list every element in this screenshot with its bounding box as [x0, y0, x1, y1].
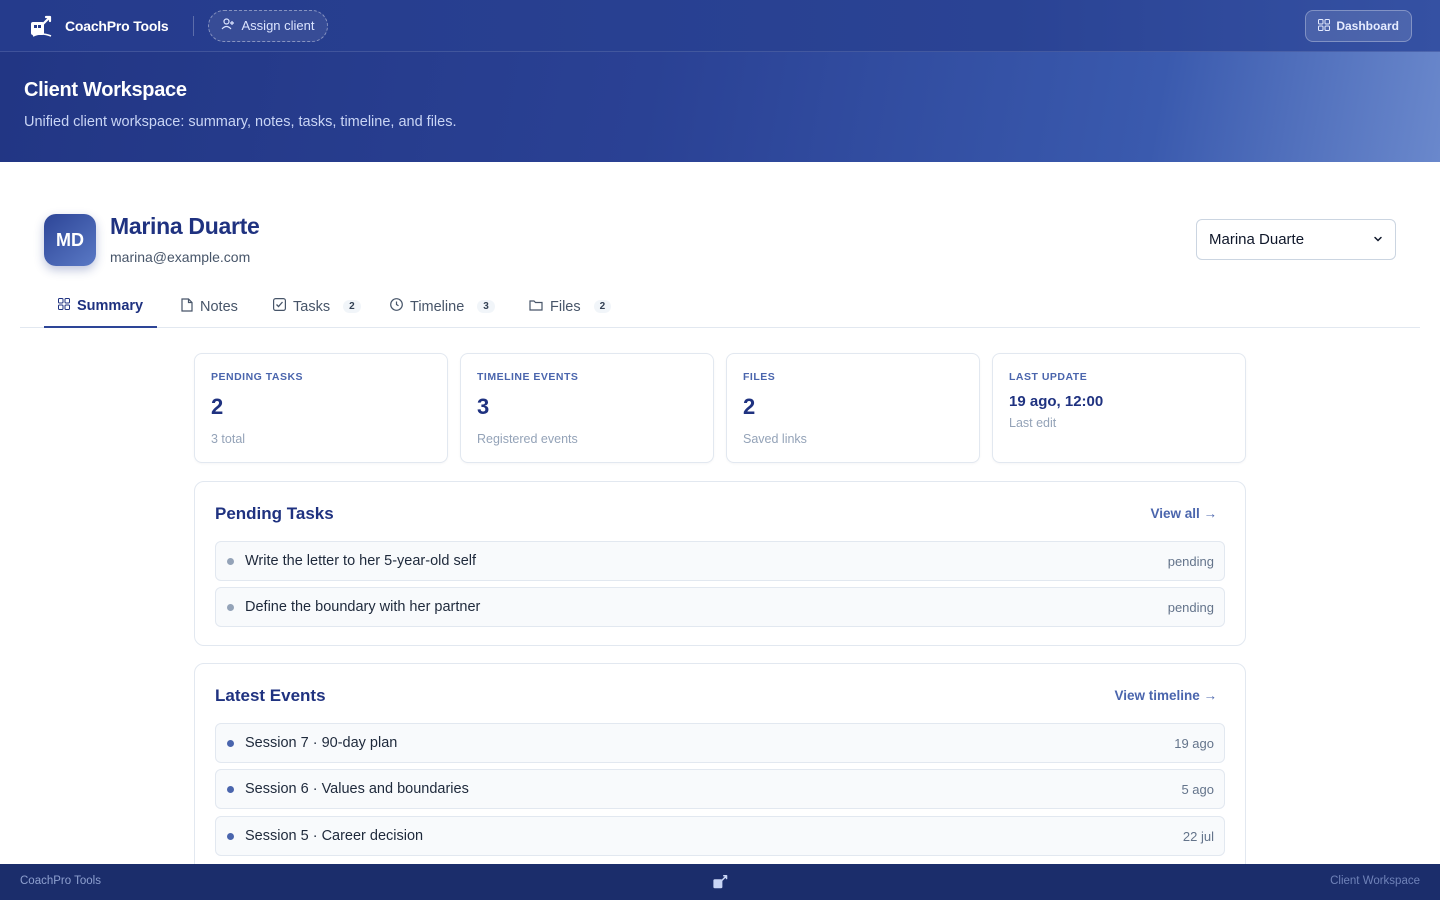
footer-brand: CoachPro Tools: [20, 875, 101, 887]
hero-banner: Client Workspace Unified client workspac…: [0, 52, 1440, 162]
task-row[interactable]: Define the boundary with her partner pen…: [215, 587, 1225, 627]
grid-icon: [1318, 18, 1331, 34]
status-dot: [227, 557, 234, 565]
stat-sub: Last edit: [1009, 416, 1057, 430]
status-dot: [227, 603, 234, 611]
dashboard-button[interactable]: Dashboard: [1305, 10, 1412, 42]
client-select-value: Marina Duarte: [1209, 231, 1305, 248]
event-text: Session 7 · 90-day plan: [245, 735, 398, 751]
clock-icon: [390, 298, 403, 315]
task-row[interactable]: Write the letter to her 5-year-old self …: [215, 541, 1225, 581]
view-timeline-link[interactable]: View timeline →: [1114, 688, 1217, 703]
grid-icon: [58, 297, 70, 314]
stat-card-pending-tasks: PENDING TASKS 2 3 total: [194, 353, 448, 463]
client-select[interactable]: Marina Duarte: [1196, 219, 1396, 260]
client-name: Marina Duarte: [110, 213, 260, 239]
document-icon: [181, 297, 193, 316]
footer-page-label: Client Workspace: [1330, 875, 1420, 887]
event-date: 5 ago: [1181, 781, 1214, 797]
event-dot: [227, 832, 234, 840]
top-bar: CoachPro Tools Assign client Dashboard: [0, 0, 1440, 52]
tab-count-badge: 2: [343, 300, 361, 313]
task-text: Define the boundary with her partner: [245, 599, 481, 615]
page-title: Client Workspace: [24, 79, 187, 101]
task-text: Write the letter to her 5-year-old self: [245, 553, 477, 569]
event-text: Session 6 · Values and boundaries: [245, 781, 469, 797]
pending-tasks-panel: Pending Tasks View all → Write the lette…: [194, 481, 1246, 646]
footer: CoachPro Tools Client Workspace: [0, 864, 1440, 900]
stat-value: 3: [477, 394, 490, 419]
stat-card-last-update: LAST UPDATE 19 ago, 12:00 Last edit: [992, 353, 1246, 463]
brand-logo-icon: [28, 12, 56, 40]
tab-tasks[interactable]: Tasks 2: [273, 285, 361, 328]
tab-label: Notes: [200, 298, 238, 315]
client-email: marina@example.com: [110, 249, 251, 265]
chevron-down-icon: [1373, 231, 1383, 248]
stat-card-files: FILES 2 Saved links: [726, 353, 980, 463]
checkbox-icon: [273, 298, 287, 315]
tab-count-badge: 3: [477, 300, 495, 313]
tab-label: Files: [550, 298, 581, 315]
avatar: MD: [44, 214, 96, 266]
page-subtitle: Unified client workspace: summary, notes…: [24, 114, 457, 130]
dashboard-label: Dashboard: [1336, 19, 1399, 33]
tab-files[interactable]: Files 2: [529, 285, 612, 328]
event-dot: [227, 785, 234, 793]
stat-label: TIMELINE EVENTS: [477, 371, 579, 383]
stat-label: FILES: [743, 371, 776, 383]
assign-client-label: Assign client: [241, 18, 315, 33]
stat-sub: Registered events: [477, 432, 578, 446]
folder-icon: [529, 299, 543, 315]
brand[interactable]: CoachPro Tools: [28, 12, 169, 40]
event-text: Session 5 · Career decision: [245, 828, 424, 844]
brand-name: CoachPro Tools: [65, 17, 169, 34]
tab-summary[interactable]: Summary: [44, 285, 158, 328]
stat-value: 2: [743, 394, 756, 419]
view-all-link[interactable]: View all →: [1150, 506, 1217, 521]
latest-events-panel: Latest Events View timeline → Session 7 …: [194, 663, 1246, 893]
stat-label: PENDING TASKS: [211, 371, 304, 383]
tab-count-badge: 2: [593, 300, 612, 313]
tab-timeline[interactable]: Timeline 3: [390, 285, 495, 328]
stat-sub: Saved links: [743, 432, 807, 446]
tab-notes[interactable]: Notes: [181, 285, 238, 328]
event-date: 22 jul: [1182, 828, 1214, 844]
stat-sub: 3 total: [211, 432, 246, 446]
tab-label: Timeline: [410, 298, 465, 315]
stat-card-timeline-events: TIMELINE EVENTS 3 Registered events: [460, 353, 714, 463]
footer-logo-icon: [712, 873, 730, 891]
event-row[interactable]: Session 6 · Values and boundaries 5 ago: [215, 769, 1225, 809]
panel-title: Latest Events: [215, 686, 326, 705]
user-plus-icon: [221, 17, 235, 34]
stat-label: LAST UPDATE: [1009, 371, 1088, 383]
tab-label: Summary: [77, 297, 144, 314]
event-date: 19 ago: [1174, 735, 1214, 751]
event-row[interactable]: Session 7 · 90-day plan 19 ago: [215, 723, 1225, 763]
assign-client-button[interactable]: Assign client: [207, 9, 328, 42]
event-dot: [227, 739, 234, 747]
stat-value: 2: [211, 394, 224, 419]
task-status: pending: [1167, 599, 1214, 615]
topbar-divider: [192, 15, 194, 36]
panel-title: Pending Tasks: [215, 504, 334, 523]
tab-bar: Summary Notes Tasks 2 Timeline 3 Files 2: [20, 285, 1420, 328]
event-row[interactable]: Session 5 · Career decision 22 jul: [215, 816, 1225, 856]
task-status: pending: [1167, 553, 1214, 569]
tab-label: Tasks: [293, 298, 331, 315]
stat-value: 19 ago, 12:00: [1009, 393, 1104, 410]
